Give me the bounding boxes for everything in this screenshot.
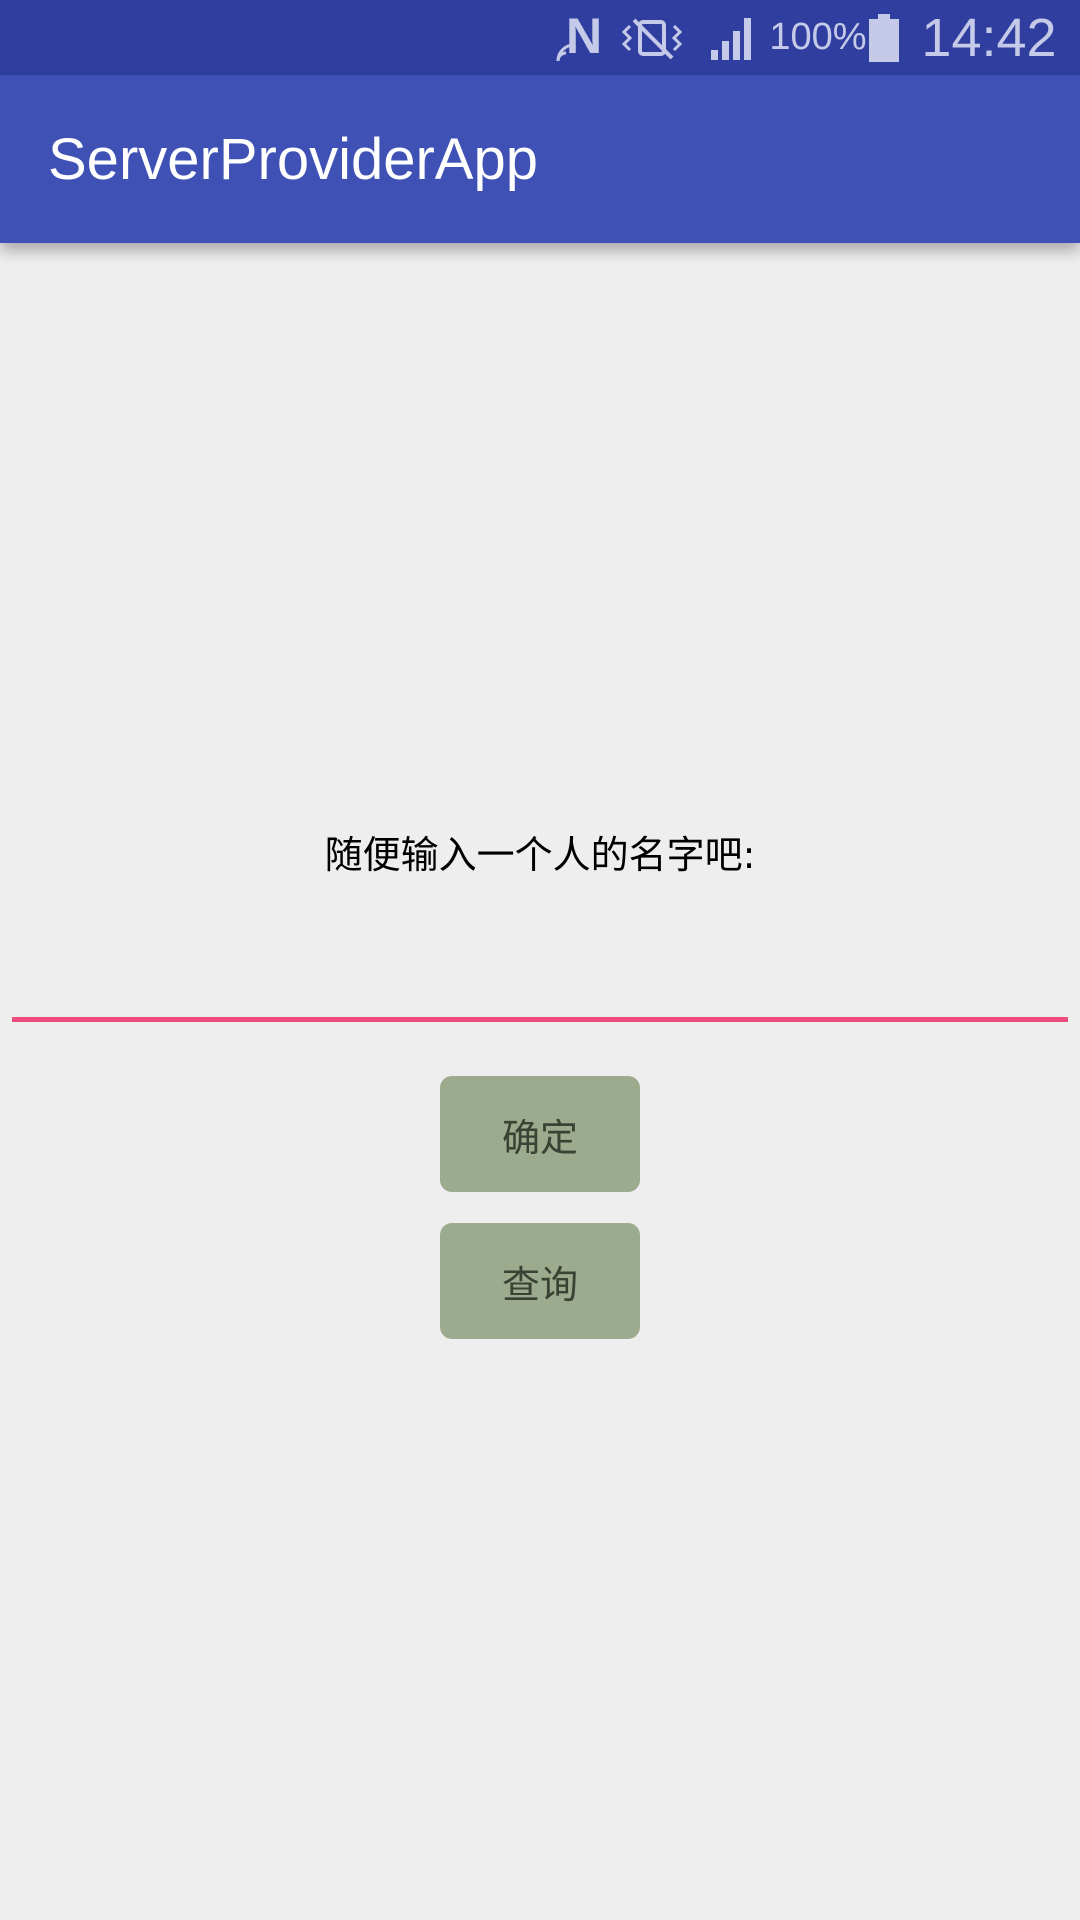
app-bar: ServerProviderApp xyxy=(0,75,1080,243)
vibrate-icon xyxy=(614,0,690,75)
screen: N 100% 14:42 ServerProviderApp 随便输入一个人的名… xyxy=(0,0,1080,1920)
battery-icon xyxy=(866,0,902,75)
name-prompt-label: 随便输入一个人的名字吧: xyxy=(324,833,756,877)
nfc-icon: N xyxy=(552,0,606,75)
clock: 14:42 xyxy=(921,7,1057,68)
confirm-button[interactable]: 确定 xyxy=(440,1076,640,1192)
battery-percent: 100% xyxy=(769,16,867,58)
app-title: ServerProviderApp xyxy=(48,126,538,192)
query-button[interactable]: 查询 xyxy=(440,1223,640,1339)
status-bar: N 100% 14:42 xyxy=(0,0,1080,75)
signal-icon xyxy=(706,0,760,75)
svg-text:N: N xyxy=(566,13,602,63)
name-input[interactable] xyxy=(12,930,1068,1022)
